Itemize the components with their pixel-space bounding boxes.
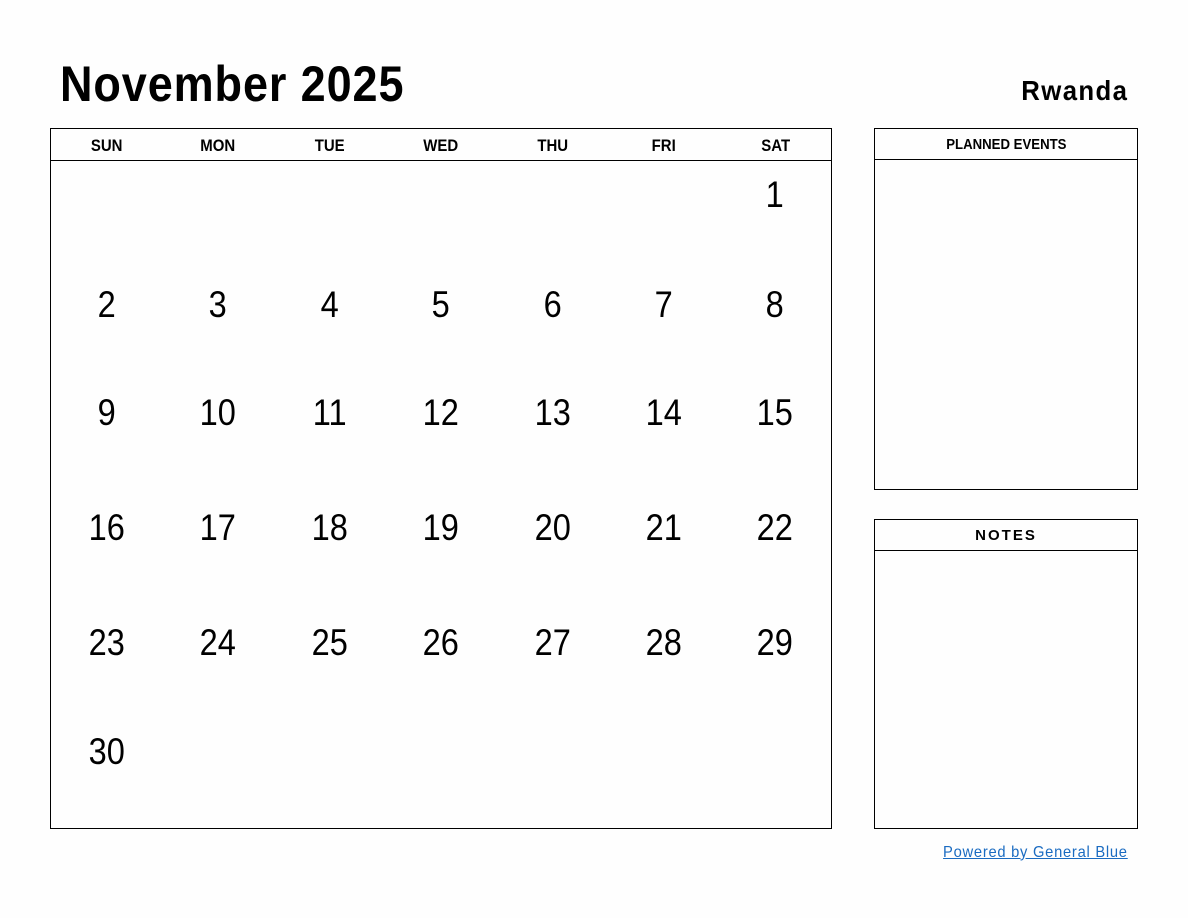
day-cell: 16: [88, 507, 125, 548]
day-cell: 19: [422, 507, 459, 548]
day-cell: 4: [320, 284, 339, 325]
day-cell: 24: [199, 622, 237, 663]
weekday-mon: MON: [200, 136, 236, 155]
day-cell: 21: [645, 507, 682, 548]
day-cell: 29: [756, 622, 794, 663]
day-cell: 26: [422, 622, 459, 663]
day-cell: 18: [311, 507, 348, 548]
day-cell: 1: [766, 174, 785, 215]
day-cell: 17: [199, 507, 237, 548]
planned-events-header: PLANNED EVENTS: [875, 129, 1137, 160]
page-title: November 2025: [60, 56, 405, 112]
day-cell: 2: [97, 284, 116, 325]
weekday-thu: THU: [537, 136, 568, 155]
day-cell: 20: [534, 507, 571, 548]
calendar-grid: SUN MON TUE WED THU FRI SAT 1 2 3 4 5 6 7 8 9 10 1…: [50, 128, 832, 829]
day-cell: 7: [654, 284, 673, 325]
country-label: Rwanda: [1020, 75, 1128, 106]
weekday-wed: WED: [423, 136, 459, 155]
day-cell: 8: [766, 284, 785, 325]
day-cell: 22: [756, 507, 794, 548]
weekday-fri: FRI: [651, 136, 676, 155]
notes-panel: NOTES: [874, 519, 1138, 829]
day-cell: 15: [756, 392, 794, 433]
weekday-sun: SUN: [90, 136, 123, 155]
day-cell: 11: [312, 392, 347, 433]
day-cell: 12: [422, 392, 459, 433]
day-cell: 6: [543, 284, 562, 325]
day-cell: 28: [645, 622, 682, 663]
day-cell: 30: [88, 731, 125, 772]
day-cell: 27: [534, 622, 571, 663]
planned-events-panel: PLANNED EVENTS: [874, 128, 1138, 490]
notes-header: NOTES: [875, 520, 1137, 551]
weekday-sat: SAT: [760, 136, 790, 155]
day-cell: 3: [209, 284, 228, 325]
weekday-header: SUN MON TUE WED THU FRI SAT: [51, 129, 831, 161]
day-cell: 25: [311, 622, 348, 663]
day-cell: 13: [534, 392, 571, 433]
day-cell: 9: [97, 392, 116, 433]
planned-events-label: PLANNED EVENTS: [945, 136, 1067, 153]
day-cell: 23: [88, 622, 125, 663]
day-cell: 10: [199, 392, 237, 433]
day-cell: 5: [431, 284, 450, 325]
weekday-tue: TUE: [314, 136, 345, 155]
powered-by-link[interactable]: Powered by General Blue: [943, 844, 1128, 862]
day-cell: 14: [645, 392, 682, 433]
notes-label: NOTES: [975, 527, 1037, 544]
